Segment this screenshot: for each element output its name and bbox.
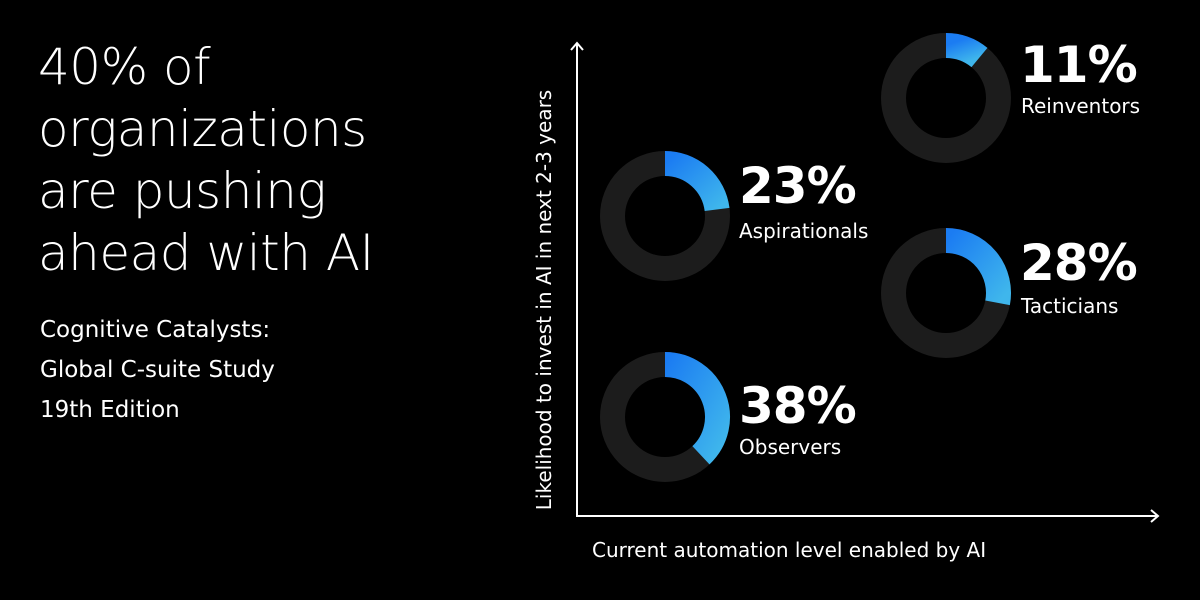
segment-name: Reinventors <box>1021 94 1141 118</box>
source-line: Cognitive Catalysts: <box>40 317 271 343</box>
x-axis-label: Current automation level enabled by AI <box>592 538 987 562</box>
donut-arc-tacticians <box>945 228 1011 306</box>
donut-arc-observers <box>664 352 730 465</box>
y-axis-label: Likelihood to invest in AI in next 2-3 y… <box>532 89 556 511</box>
segment-name: Observers <box>739 435 842 459</box>
headline-line: organizations <box>38 100 367 158</box>
segment-percent: 38% <box>739 377 857 435</box>
donut-track <box>881 33 1011 163</box>
study-source: Cognitive Catalysts: Global C-suite Stud… <box>40 310 275 430</box>
segment-name: Tacticians <box>1021 294 1119 318</box>
headline-line: ahead with AI <box>38 224 374 282</box>
segment-name: Aspirationals <box>739 219 869 243</box>
segment-percent: 23% <box>739 157 857 215</box>
source-line: Global C-suite Study <box>40 357 275 383</box>
headline-line: are pushing <box>38 162 327 220</box>
quadrant-chart: Likelihood to invest in AI in next 2-3 y… <box>520 30 1180 570</box>
headline-line: 40% of <box>38 38 211 96</box>
donut-arc-reinventors <box>945 33 988 68</box>
segment-percent: 28% <box>1020 234 1138 292</box>
donut-arc-aspirationals <box>664 151 730 212</box>
headline: 40% of organizations are pushing ahead w… <box>38 36 458 284</box>
segment-percent: 11% <box>1020 36 1138 94</box>
source-line: 19th Edition <box>40 397 180 423</box>
